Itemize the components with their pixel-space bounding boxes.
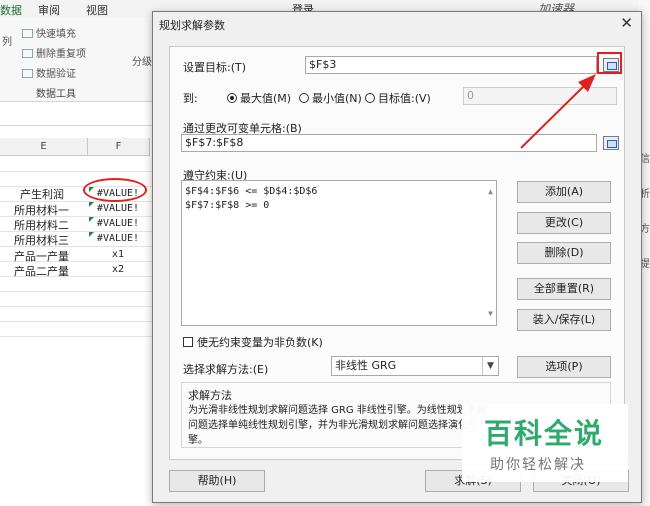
watermark: 百科全说 助你轻松解决 xyxy=(462,404,628,482)
watermark-title: 百科全说 xyxy=(484,417,605,450)
watermark-subtitle: 助你轻松解决 xyxy=(490,457,586,473)
